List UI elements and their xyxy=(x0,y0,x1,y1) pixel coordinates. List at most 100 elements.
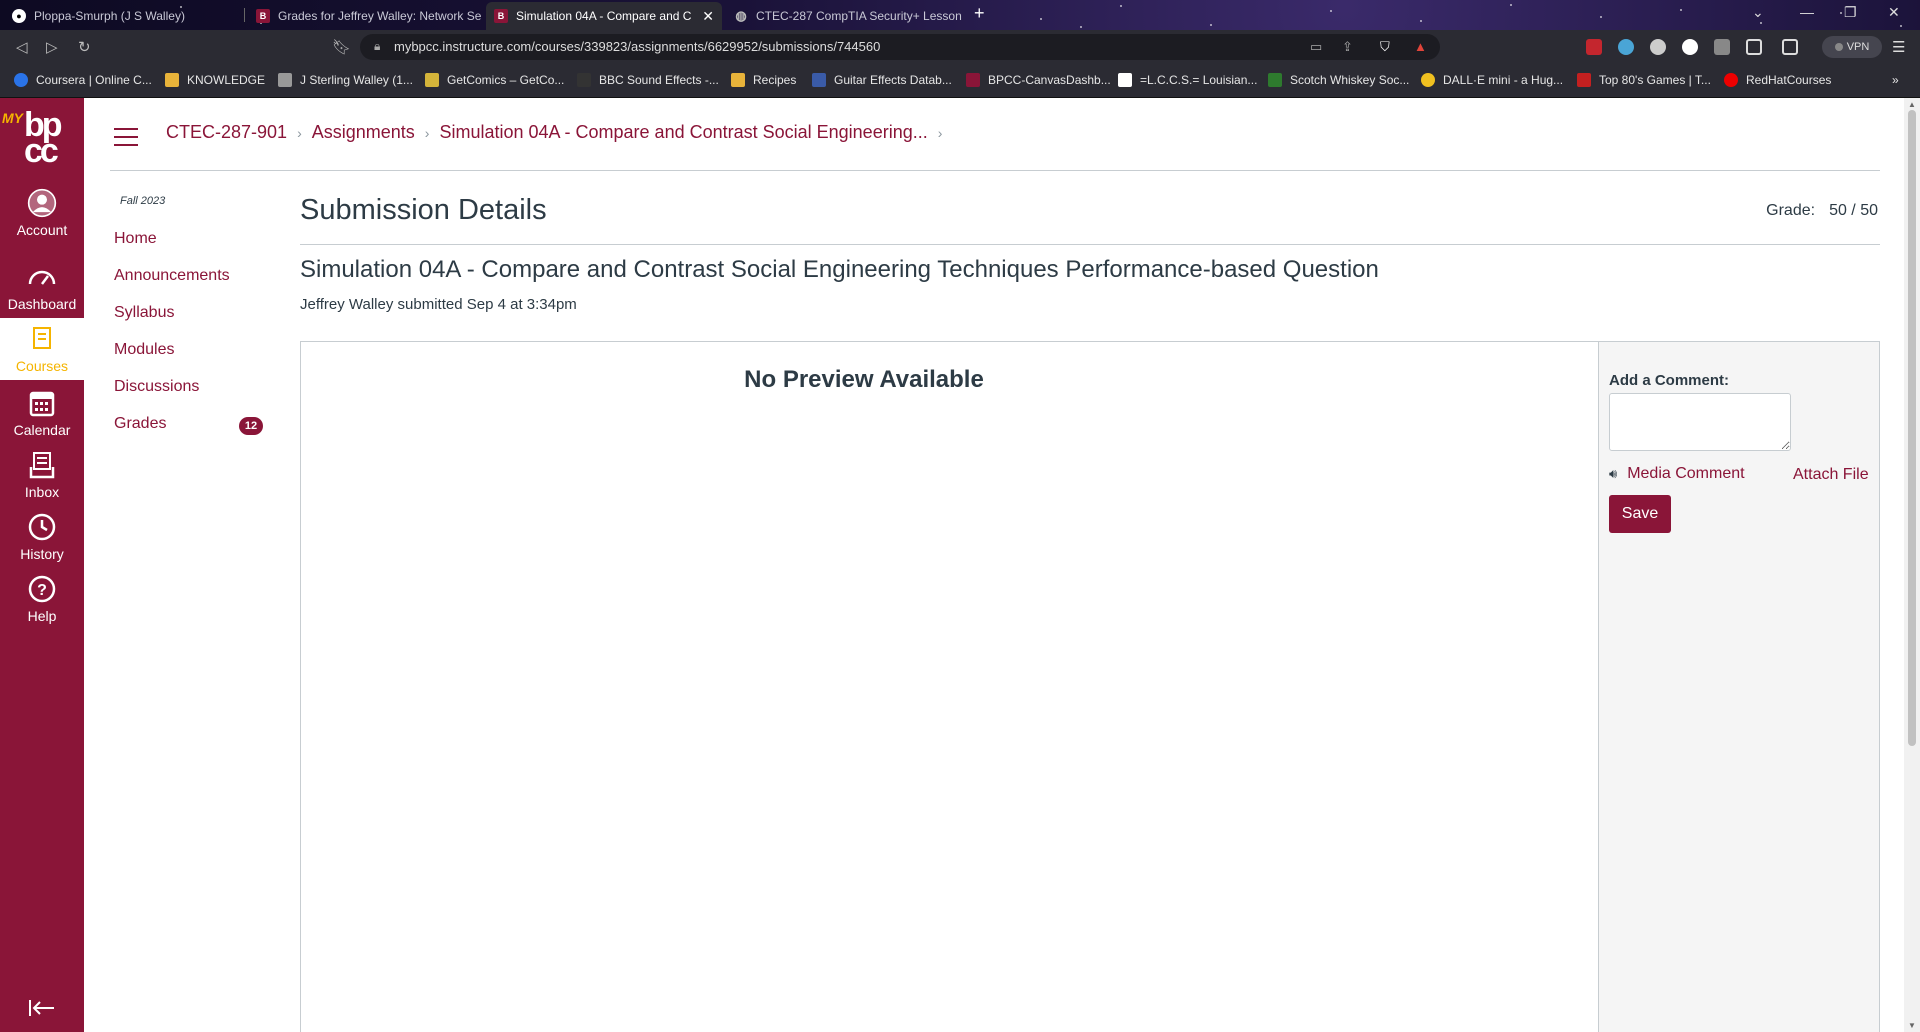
assignment-title: Simulation 04A - Compare and Contrast So… xyxy=(300,256,1379,283)
nav-history[interactable]: History xyxy=(0,512,84,574)
history-icon xyxy=(28,513,56,541)
help-icon: ? xyxy=(28,575,56,603)
attach-file-link[interactable]: Attach File xyxy=(1793,466,1869,484)
nav-label: Dashboard xyxy=(7,296,77,312)
breadcrumb: CTEC-287-901 › Assignments › Simulation … xyxy=(166,122,952,143)
scrollbar-thumb[interactable] xyxy=(1908,110,1916,746)
course-nav-syllabus[interactable]: Syllabus xyxy=(114,304,274,341)
close-window-icon[interactable]: ✕ xyxy=(1888,4,1900,21)
tab-label: Ploppa-Smurph (J S Walley) xyxy=(34,9,185,23)
page-title: Submission Details xyxy=(300,194,547,226)
tab-label: CTEC-287 CompTIA Security+ Lesson xyxy=(756,9,962,23)
save-button[interactable]: Save xyxy=(1609,495,1671,533)
course-navigation: Home Announcements Syllabus Modules Disc… xyxy=(114,230,274,452)
logo-my: MY xyxy=(2,110,23,126)
sidebar-icon[interactable] xyxy=(1746,39,1762,55)
breadcrumb-course[interactable]: CTEC-287-901 xyxy=(166,122,287,143)
extension-icon[interactable] xyxy=(1650,39,1666,55)
scroll-up-icon[interactable]: ▲ xyxy=(1908,100,1916,109)
comment-label: Add a Comment: xyxy=(1609,372,1729,389)
account-icon xyxy=(27,188,57,218)
nav-inbox[interactable]: Inbox xyxy=(0,450,84,512)
bookmark-item[interactable]: BPCC-CanvasDashb... xyxy=(966,73,1111,87)
nav-calendar[interactable]: Calendar xyxy=(0,388,84,450)
tab-label: Simulation 04A - Compare and C xyxy=(516,9,692,23)
nav-help[interactable]: ? Help xyxy=(0,574,84,636)
minimize-icon[interactable]: — xyxy=(1800,4,1814,20)
extension-icon[interactable] xyxy=(1682,39,1698,55)
inbox-icon xyxy=(29,452,55,479)
bookmark-item[interactable]: Guitar Effects Datab... xyxy=(812,73,952,87)
page-scrollbar[interactable]: ▲ ▼ xyxy=(1904,98,1920,1032)
bookmark-favicon xyxy=(1421,73,1435,87)
extension-icon[interactable] xyxy=(1586,39,1602,55)
brave-rewards-icon[interactable]: ▲ xyxy=(1414,39,1427,54)
puzzle-icon[interactable] xyxy=(1714,39,1730,55)
bookmark-item[interactable]: RedHatCourses xyxy=(1724,73,1831,87)
bookmark-item[interactable]: =L.C.C.S.= Louisian... xyxy=(1118,73,1257,87)
course-nav-modules[interactable]: Modules xyxy=(114,341,274,378)
address-bar[interactable]: 🔒︎ mybpcc.instructure.com/courses/339823… xyxy=(360,34,1440,60)
nav-dashboard[interactable]: Dashboard xyxy=(0,262,84,324)
bookmark-item[interactable]: Coursera | Online C... xyxy=(14,73,152,87)
bookmark-item[interactable]: BBC Sound Effects -... xyxy=(577,73,719,87)
tab-simulation-active[interactable]: B Simulation 04A - Compare and C ✕ xyxy=(486,2,722,30)
collapse-nav-icon[interactable] xyxy=(28,998,56,1018)
forward-icon[interactable]: ▷ xyxy=(46,38,58,56)
chevron-right-icon: › xyxy=(937,124,943,141)
course-nav-discussions[interactable]: Discussions xyxy=(114,378,274,415)
school-logo[interactable]: MY bp cc xyxy=(0,98,84,170)
lock-icon: 🔒︎ xyxy=(374,39,381,53)
course-term: Fall 2023 xyxy=(120,195,166,207)
restore-icon[interactable]: ❐ xyxy=(1844,4,1857,21)
bookmark-item[interactable]: Scotch Whiskey Soc... xyxy=(1268,73,1409,87)
cast-icon[interactable]: ▭ xyxy=(1310,39,1322,55)
nav-label: Inbox xyxy=(24,484,60,500)
bookmark-folder[interactable]: KNOWLEDGE xyxy=(165,73,265,87)
submission-preview: No Preview Available xyxy=(300,341,1599,1032)
nav-label: Help xyxy=(27,608,57,624)
tab-search-icon[interactable]: ⌄ xyxy=(1752,4,1764,21)
bookmark-folder[interactable]: Recipes xyxy=(731,73,796,87)
menu-icon[interactable]: ☰ xyxy=(1892,38,1905,56)
course-nav-label: Grades xyxy=(114,415,167,432)
bookmark-icon[interactable]: 🔖︎ xyxy=(332,38,351,56)
nav-account[interactable]: Account xyxy=(0,188,84,250)
new-tab-icon[interactable]: + xyxy=(974,3,985,24)
browser-toolbar: ◁ ▷ ↻ 🔖︎ 🔒︎ mybpcc.instructure.com/cours… xyxy=(0,30,1920,64)
media-comment-button[interactable]: 🔊︎ Media Comment xyxy=(1609,465,1745,483)
chevron-right-icon: › xyxy=(297,124,302,141)
tab-label: Grades for Jeffrey Walley: Network Se xyxy=(278,9,482,23)
bookmark-item[interactable]: J Sterling Walley (1... xyxy=(278,73,413,87)
course-nav-grades[interactable]: Grades 12 xyxy=(114,415,274,452)
course-menu-toggle[interactable] xyxy=(114,128,138,146)
tab-github[interactable]: ● Ploppa-Smurph (J S Walley) xyxy=(4,2,240,30)
bookmark-item[interactable]: Top 80's Games | T... xyxy=(1577,73,1711,87)
extension-icon[interactable] xyxy=(1618,39,1634,55)
grade-value: 50 / 50 xyxy=(1829,202,1878,219)
vpn-button[interactable]: VPN xyxy=(1822,36,1882,58)
vpn-status-icon xyxy=(1834,43,1843,51)
comment-textarea[interactable] xyxy=(1609,393,1791,451)
back-icon[interactable]: ◁ xyxy=(16,38,28,56)
breadcrumb-assignments[interactable]: Assignments xyxy=(312,122,415,143)
bookmark-item[interactable]: GetComics – GetCo... xyxy=(425,73,564,87)
reload-icon[interactable]: ↻ xyxy=(78,38,91,56)
course-nav-home[interactable]: Home xyxy=(114,230,274,267)
course-nav-announcements[interactable]: Announcements xyxy=(114,267,274,304)
breadcrumb-assignment[interactable]: Simulation 04A - Compare and Contrast So… xyxy=(439,122,927,143)
url-text: mybpcc.instructure.com/courses/339823/as… xyxy=(394,39,881,54)
dashboard-icon xyxy=(28,270,56,285)
bookmark-item[interactable]: DALL·E mini - a Hug... xyxy=(1421,73,1563,87)
nav-courses[interactable]: Courses xyxy=(0,318,84,380)
more-bookmarks-icon[interactable]: » xyxy=(1892,73,1899,87)
course-nav-label: Discussions xyxy=(114,378,200,395)
tab-ctec-lesson[interactable]: ◍ CTEC-287 CompTIA Security+ Lesson xyxy=(726,2,966,30)
share-icon[interactable]: ⇪ xyxy=(1342,39,1353,55)
wallet-icon[interactable] xyxy=(1782,39,1798,55)
tab-grades[interactable]: B Grades for Jeffrey Walley: Network Se xyxy=(248,2,482,30)
scroll-down-icon[interactable]: ▼ xyxy=(1908,1021,1916,1030)
close-tab-icon[interactable]: ✕ xyxy=(696,8,714,25)
brave-shield-icon[interactable]: ⛉ xyxy=(1380,39,1390,55)
canvas-icon: B xyxy=(494,9,508,23)
